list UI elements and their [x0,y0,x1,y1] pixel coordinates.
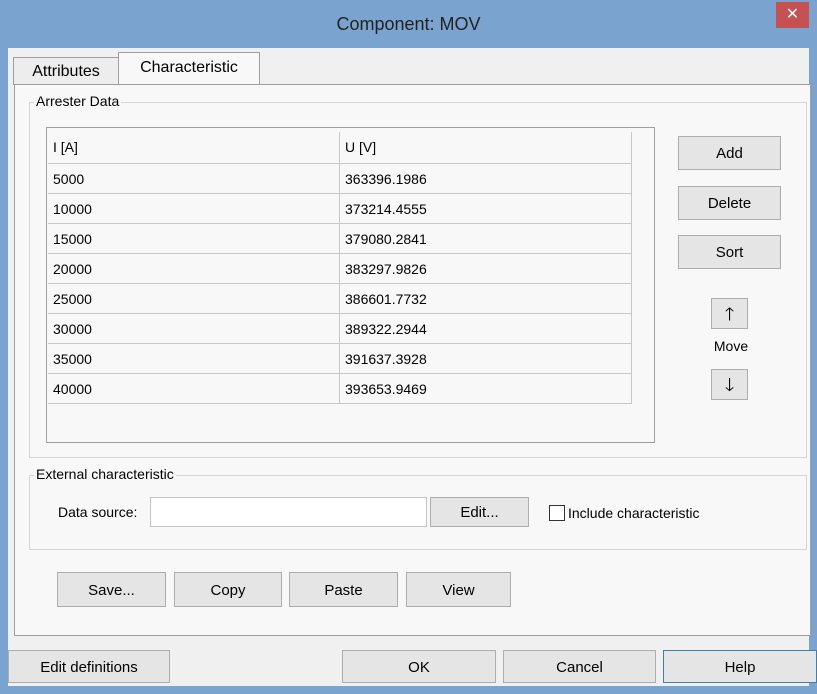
voltage-cell[interactable]: 386601.7732 [340,284,632,313]
paste-button[interactable]: Paste [289,572,398,607]
ok-button[interactable]: OK [342,650,496,683]
tab-attributes[interactable]: Attributes [13,57,119,85]
current-cell[interactable]: 20000 [48,254,340,283]
table-header: I [A] U [V] [48,132,632,164]
current-cell[interactable]: 30000 [48,314,340,343]
save-button[interactable]: Save... [57,572,166,607]
arrow-down-icon: 🡓 [724,375,735,395]
table-row[interactable]: 40000 393653.9469 [48,374,632,404]
copy-button[interactable]: Copy [174,572,282,607]
column-header-voltage[interactable]: U [V] [340,132,632,163]
include-characteristic-label: Include characteristic [568,505,700,521]
close-button[interactable]: ✕ [776,2,809,28]
include-characteristic-checkbox[interactable] [549,505,565,521]
voltage-cell[interactable]: 391637.3928 [340,344,632,373]
current-cell[interactable]: 15000 [48,224,340,253]
voltage-cell[interactable]: 363396.1986 [340,164,632,193]
move-down-button[interactable]: 🡓 [711,369,748,400]
data-source-label: Data source: [58,504,138,520]
current-cell[interactable]: 5000 [48,164,340,193]
table-row[interactable]: 30000 389322.2944 [48,314,632,344]
arrester-data-table[interactable]: I [A] U [V] 5000 363396.1986 10000 373214.4… [46,127,655,443]
component-window: Component: MOV ✕ Attributes Characterist… [0,0,817,694]
move-label: Move [713,338,749,354]
column-header-current[interactable]: I [A] [48,132,340,163]
delete-button[interactable]: Delete [678,186,781,220]
tab-characteristic[interactable]: Characteristic [118,52,260,86]
add-button[interactable]: Add [678,136,781,170]
view-button[interactable]: View [406,572,511,607]
sort-button[interactable]: Sort [678,235,781,269]
cancel-button[interactable]: Cancel [503,650,656,683]
table-row[interactable]: 10000 373214.4555 [48,194,632,224]
title-bar: Component: MOV ✕ [0,0,817,48]
current-cell[interactable]: 35000 [48,344,340,373]
arrow-up-icon: 🡑 [724,304,735,324]
table-row[interactable]: 35000 391637.3928 [48,344,632,374]
voltage-cell[interactable]: 389322.2944 [340,314,632,343]
current-cell[interactable]: 40000 [48,374,340,403]
arrester-data-label: Arrester Data [34,93,122,109]
external-characteristic-label: External characteristic [34,466,176,482]
help-button[interactable]: Help [663,650,817,683]
current-cell[interactable]: 10000 [48,194,340,223]
voltage-cell[interactable]: 393653.9469 [340,374,632,403]
table-row[interactable]: 20000 383297.9826 [48,254,632,284]
window-title: Component: MOV [336,14,481,34]
voltage-cell[interactable]: 373214.4555 [340,194,632,223]
data-source-input[interactable] [150,497,427,527]
table-row[interactable]: 15000 379080.2841 [48,224,632,254]
voltage-cell[interactable]: 379080.2841 [340,224,632,253]
voltage-cell[interactable]: 383297.9826 [340,254,632,283]
table-row[interactable]: 25000 386601.7732 [48,284,632,314]
table-row[interactable]: 5000 363396.1986 [48,164,632,194]
move-up-button[interactable]: 🡑 [711,298,748,329]
current-cell[interactable]: 25000 [48,284,340,313]
edit-data-source-button[interactable]: Edit... [430,497,529,527]
edit-definitions-button[interactable]: Edit definitions [8,650,170,683]
